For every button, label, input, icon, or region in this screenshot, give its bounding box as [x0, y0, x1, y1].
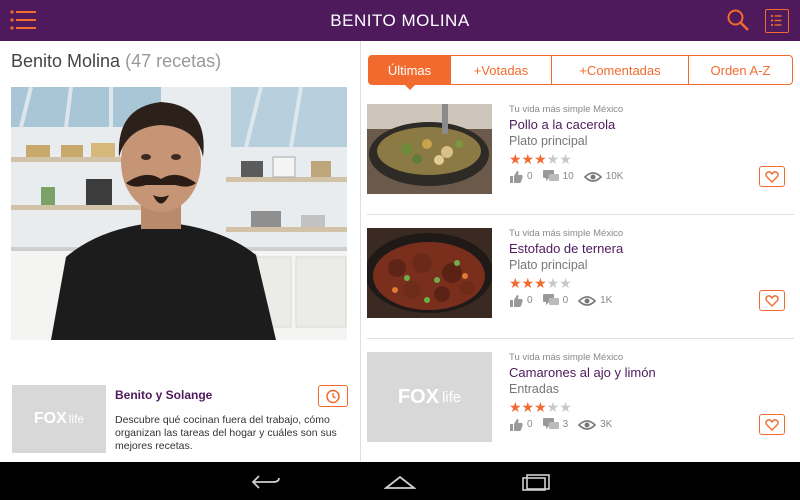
views-count: 1K — [600, 295, 613, 306]
show-thumbnail: FOX life — [12, 385, 106, 453]
likes-count: 0 — [527, 295, 533, 306]
heart-icon[interactable] — [759, 166, 785, 187]
thumbs-up-icon — [510, 171, 523, 183]
tab-votadas[interactable]: +Votadas — [451, 56, 552, 84]
likes-count: 0 — [527, 171, 533, 182]
recipe-item[interactable]: Tu vida más simple México Pollo a la cac… — [367, 104, 794, 222]
rating-stars: ★★★★★ — [509, 275, 572, 291]
recipe-item[interactable]: Tu vida más simple México Estofado de te… — [367, 228, 794, 346]
recipe-thumbnail — [367, 104, 492, 194]
fox-logo-sub: life — [441, 388, 462, 406]
tab-comentadas[interactable]: +Comentadas — [552, 56, 689, 84]
recipe-category: Entradas — [509, 382, 560, 396]
recipe-stats: 0 0 1K — [509, 294, 622, 307]
views-count: 10K — [605, 171, 624, 182]
show-title: Benito y Solange — [115, 388, 213, 402]
comment-icon — [542, 294, 559, 305]
comments-count: 0 — [562, 295, 569, 306]
row-divider — [367, 338, 794, 339]
recipe-thumbnail: FOX life — [367, 352, 492, 442]
thumbs-up-icon — [510, 419, 523, 431]
fox-logo-sub: life — [68, 412, 85, 426]
recipe-name[interactable]: Pollo a la cacerola — [509, 117, 615, 132]
row-divider — [367, 214, 794, 215]
home-icon[interactable] — [383, 473, 417, 491]
rating-stars: ★★★★★ — [509, 151, 572, 167]
show-card[interactable]: FOX life Benito y Solange Descubre qué c… — [12, 385, 348, 455]
recipe-item[interactable]: FOX life Tu vida más simple México Camar… — [367, 352, 794, 470]
recipe-category: Plato principal — [509, 258, 588, 272]
fox-logo-text: FOX — [33, 410, 67, 427]
recents-icon[interactable] — [519, 473, 553, 491]
tab-ultimas[interactable]: Últimas — [369, 56, 451, 90]
recipe-count: (47 recetas) — [125, 51, 222, 71]
recipe-name[interactable]: Camarones al ajo y limón — [509, 365, 656, 380]
recipe-thumbnail — [367, 228, 492, 318]
fox-logo-text: FOX — [397, 385, 439, 408]
recipe-source: Tu vida más simple México — [509, 104, 624, 115]
recipe-category: Plato principal — [509, 134, 588, 148]
chef-heading: Benito Molina (47 recetas) — [11, 51, 221, 72]
search-icon[interactable] — [726, 8, 750, 32]
heart-icon[interactable] — [759, 290, 785, 311]
rating-stars: ★★★★★ — [509, 399, 572, 415]
eye-icon — [578, 419, 597, 430]
alarm-clock-icon[interactable] — [318, 385, 348, 407]
likes-count: 0 — [527, 419, 533, 430]
comments-count: 3 — [562, 419, 569, 430]
recipe-name[interactable]: Estofado de ternera — [509, 241, 623, 256]
tab-orden-az[interactable]: Orden A-Z — [689, 56, 792, 84]
chef-panel: Benito Molina (47 recetas) FOX life Beni… — [0, 41, 360, 461]
recipe-source: Tu vida más simple México — [509, 228, 624, 239]
heart-icon[interactable] — [759, 414, 785, 435]
app-root: BENITO MOLINA Benito Molina (47 recetas) — [0, 0, 800, 500]
recipe-source: Tu vida más simple México — [509, 352, 624, 363]
show-description: Descubre qué cocinan fuera del trabajo, … — [115, 414, 337, 453]
recipe-stats: 0 10 10K — [509, 170, 633, 183]
column-divider — [360, 41, 361, 461]
top-bar: BENITO MOLINA — [0, 0, 800, 41]
app-title: BENITO MOLINA — [330, 10, 470, 30]
eye-icon — [578, 295, 597, 306]
views-count: 3K — [600, 419, 613, 430]
back-icon[interactable] — [249, 473, 283, 491]
comment-icon — [542, 170, 559, 181]
chef-name: Benito Molina — [11, 51, 121, 71]
chef-photo — [11, 87, 347, 340]
system-nav-bar — [0, 462, 800, 500]
comment-icon — [542, 418, 559, 429]
sort-tabs: Últimas +Votadas +Comentadas Orden A-Z — [368, 55, 793, 90]
menu-icon[interactable] — [10, 9, 38, 31]
list-icon[interactable] — [765, 9, 789, 33]
eye-icon — [583, 171, 602, 182]
comments-count: 10 — [562, 171, 574, 182]
thumbs-up-icon — [510, 295, 523, 307]
recipe-stats: 0 3 3K — [509, 418, 622, 431]
